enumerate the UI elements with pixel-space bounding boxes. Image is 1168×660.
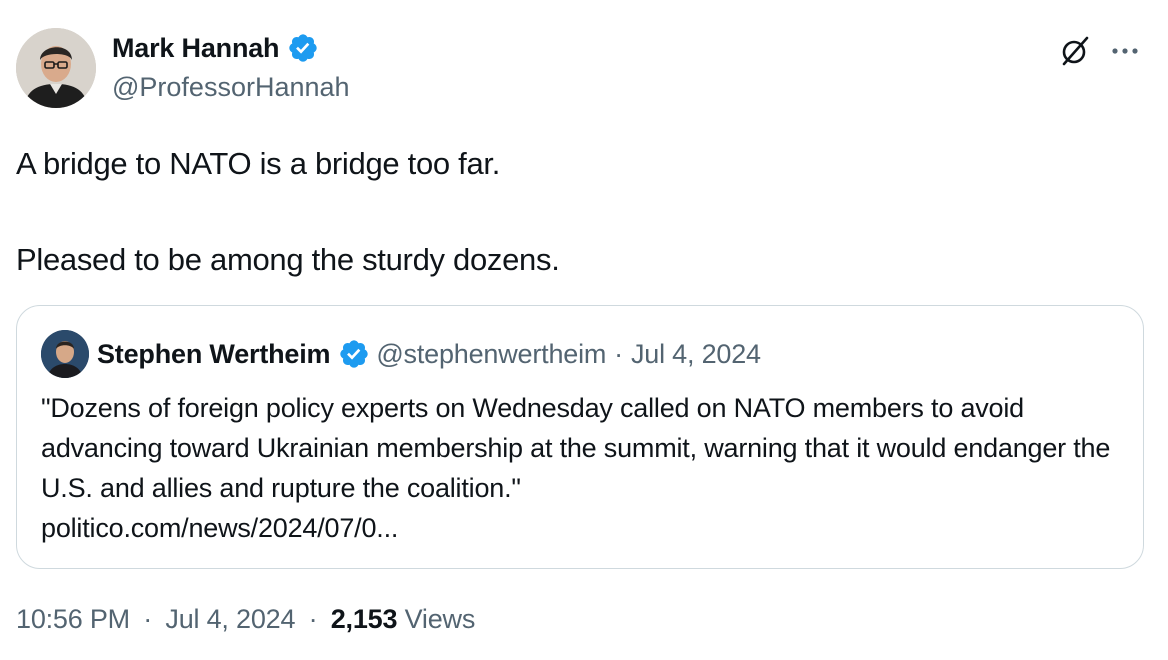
quoted-tweet-body: "Dozens of foreign policy experts on Wed… [41,393,1111,503]
views-label: Views [404,604,476,634]
author-handle[interactable]: @ProfessorHannah [112,72,350,103]
quoted-tweet-header: Stephen Wertheim @stephenwertheim · Jul … [97,338,761,370]
quoted-author-avatar[interactable] [41,330,89,378]
author-name-row[interactable]: Mark Hannah [112,32,319,64]
quoted-author-name[interactable]: Stephen Wertheim [97,339,331,370]
quoted-tweet-date[interactable]: Jul 4, 2024 [631,339,761,370]
author-avatar[interactable] [16,28,96,108]
quoted-tweet-card[interactable]: Stephen Wertheim @stephenwertheim · Jul … [16,305,1144,569]
tweet-text: A bridge to NATO is a bridge too far. Pl… [16,140,1136,284]
tweet-date[interactable]: Jul 4, 2024 [165,604,295,634]
verified-badge-icon [289,34,318,62]
grok-icon[interactable] [1058,34,1092,68]
author-name[interactable]: Mark Hannah [112,33,280,64]
more-icon[interactable] [1108,36,1142,66]
quoted-author-handle[interactable]: @stephenwertheim [376,339,606,370]
tweet-time[interactable]: 10:56 PM [16,604,130,634]
tweet-paragraph: Pleased to be among the sturdy dozens. [16,242,560,277]
separator-dot: · [614,338,623,369]
tweet-meta: 10:56 PM · Jul 4, 2024 · 2,153 Views [16,604,475,635]
quoted-tweet-text: "Dozens of foreign policy experts on Wed… [41,388,1121,548]
tweet-paragraph: A bridge to NATO is a bridge too far. [16,146,501,181]
separator-dot: · [308,604,318,634]
separator-dot: · [143,604,153,634]
views-count: 2,153 [330,604,398,634]
quoted-tweet-link[interactable]: politico.com/news/2024/07/0... [41,508,1121,548]
verified-badge-icon [340,340,369,368]
